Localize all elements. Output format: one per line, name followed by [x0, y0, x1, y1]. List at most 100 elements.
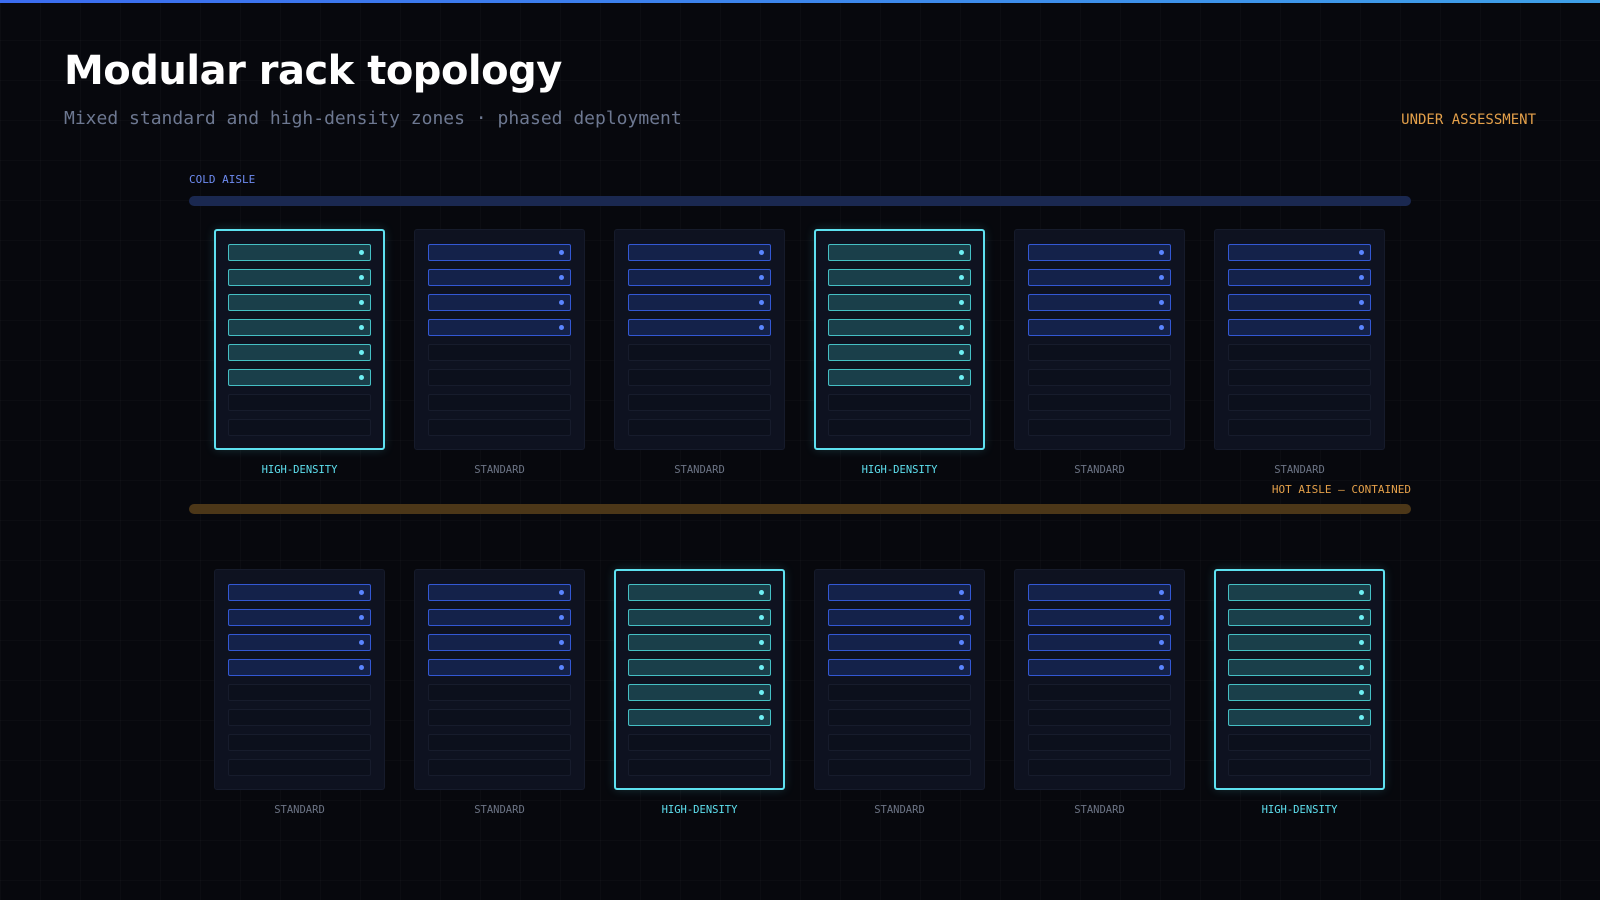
- status-led-icon: [1359, 325, 1364, 330]
- status-led-icon: [759, 640, 764, 645]
- rack-unit-empty: [628, 344, 771, 361]
- rack-column: STANDARD: [1014, 229, 1185, 499]
- rack-column: HIGH-DENSITY: [614, 569, 785, 839]
- status-led-icon: [1159, 615, 1164, 620]
- status-led-icon: [359, 325, 364, 330]
- status-led-icon: [1359, 250, 1364, 255]
- rack-type-label: STANDARD: [474, 464, 525, 476]
- rack-unit-empty: [828, 394, 971, 411]
- rack-unit-filled: [628, 294, 771, 311]
- rack-column: STANDARD: [414, 569, 585, 839]
- rack-unit-empty: [1028, 759, 1171, 776]
- rack-unit-filled: [1228, 244, 1371, 261]
- rack-standard[interactable]: [414, 569, 585, 790]
- status-led-icon: [1359, 640, 1364, 645]
- rack-high-density[interactable]: [814, 229, 985, 450]
- rack-row-back: STANDARD STANDARD HIGH-DENSITY STANDARD STAN…: [214, 569, 1386, 839]
- rack-standard[interactable]: [1214, 229, 1385, 450]
- rack-unit-empty: [828, 734, 971, 751]
- hot-aisle-label: HOT AISLE — CONTAINED: [1271, 483, 1411, 496]
- rack-unit-empty: [828, 759, 971, 776]
- status-led-icon: [1359, 690, 1364, 695]
- rack-high-density[interactable]: [1214, 569, 1385, 790]
- rack-unit-filled: [428, 609, 571, 626]
- rack-high-density[interactable]: [614, 569, 785, 790]
- rack-type-label: STANDARD: [1074, 464, 1125, 476]
- status-led-icon: [1159, 665, 1164, 670]
- hot-aisle-bar: [189, 504, 1411, 514]
- rack-row-front: HIGH-DENSITY STANDARD STANDARD HIGH-DENSITY…: [214, 229, 1386, 499]
- status-led-icon: [959, 640, 964, 645]
- rack-column: STANDARD: [1214, 229, 1385, 499]
- status-led-icon: [959, 325, 964, 330]
- rack-unit-empty: [1028, 684, 1171, 701]
- rack-unit-filled: [828, 369, 971, 386]
- rack-unit-filled: [228, 319, 371, 336]
- rack-standard[interactable]: [814, 569, 985, 790]
- rack-unit-filled: [828, 609, 971, 626]
- status-led-icon: [759, 590, 764, 595]
- rack-unit-filled: [228, 634, 371, 651]
- rack-unit-filled: [828, 634, 971, 651]
- cold-aisle-label: COLD AISLE: [189, 173, 256, 186]
- rack-type-label: STANDARD: [1274, 464, 1325, 476]
- rack-unit-empty: [428, 394, 571, 411]
- status-led-icon: [359, 615, 364, 620]
- rack-type-label: HIGH-DENSITY: [861, 464, 938, 476]
- rack-column: HIGH-DENSITY: [214, 229, 385, 499]
- status-led-icon: [1159, 640, 1164, 645]
- rack-unit-empty: [1228, 394, 1371, 411]
- status-led-icon: [759, 715, 764, 720]
- rack-unit-empty: [428, 369, 571, 386]
- rack-unit-filled: [828, 659, 971, 676]
- status-led-icon: [1159, 325, 1164, 330]
- rack-unit-empty: [1028, 419, 1171, 436]
- rack-unit-filled: [628, 659, 771, 676]
- rack-unit-empty: [428, 684, 571, 701]
- status-led-icon: [959, 615, 964, 620]
- rack-unit-empty: [1028, 734, 1171, 751]
- status-led-icon: [559, 665, 564, 670]
- rack-high-density[interactable]: [214, 229, 385, 450]
- rack-unit-empty: [628, 734, 771, 751]
- rack-unit-filled: [1028, 294, 1171, 311]
- status-led-icon: [1359, 615, 1364, 620]
- status-led-icon: [559, 300, 564, 305]
- rack-unit-filled: [628, 609, 771, 626]
- rack-unit-filled: [228, 294, 371, 311]
- status-led-icon: [1359, 665, 1364, 670]
- rack-standard[interactable]: [1014, 229, 1185, 450]
- rack-unit-empty: [428, 344, 571, 361]
- status-led-icon: [1359, 275, 1364, 280]
- rack-standard[interactable]: [414, 229, 585, 450]
- rack-unit-empty: [228, 709, 371, 726]
- rack-unit-filled: [1228, 609, 1371, 626]
- status-led-icon: [759, 690, 764, 695]
- rack-standard[interactable]: [1014, 569, 1185, 790]
- rack-unit-empty: [428, 759, 571, 776]
- rack-unit-empty: [428, 709, 571, 726]
- status-led-icon: [959, 300, 964, 305]
- rack-type-label: HIGH-DENSITY: [261, 464, 338, 476]
- status-led-icon: [959, 375, 964, 380]
- rack-unit-empty: [228, 759, 371, 776]
- rack-unit-filled: [1228, 319, 1371, 336]
- status-badge: UNDER ASSESSMENT: [1401, 112, 1536, 128]
- status-led-icon: [759, 615, 764, 620]
- rack-unit-filled: [428, 244, 571, 261]
- cold-aisle-bar: [189, 196, 1411, 206]
- status-led-icon: [959, 350, 964, 355]
- rack-unit-empty: [228, 684, 371, 701]
- rack-unit-filled: [628, 634, 771, 651]
- rack-type-label: HIGH-DENSITY: [661, 804, 738, 816]
- rack-unit-filled: [628, 584, 771, 601]
- rack-standard[interactable]: [214, 569, 385, 790]
- rack-unit-filled: [828, 294, 971, 311]
- status-led-icon: [359, 640, 364, 645]
- rack-unit-empty: [1028, 394, 1171, 411]
- rack-unit-filled: [1228, 634, 1371, 651]
- rack-unit-filled: [228, 659, 371, 676]
- rack-standard[interactable]: [614, 229, 785, 450]
- rack-unit-empty: [428, 419, 571, 436]
- status-led-icon: [1359, 590, 1364, 595]
